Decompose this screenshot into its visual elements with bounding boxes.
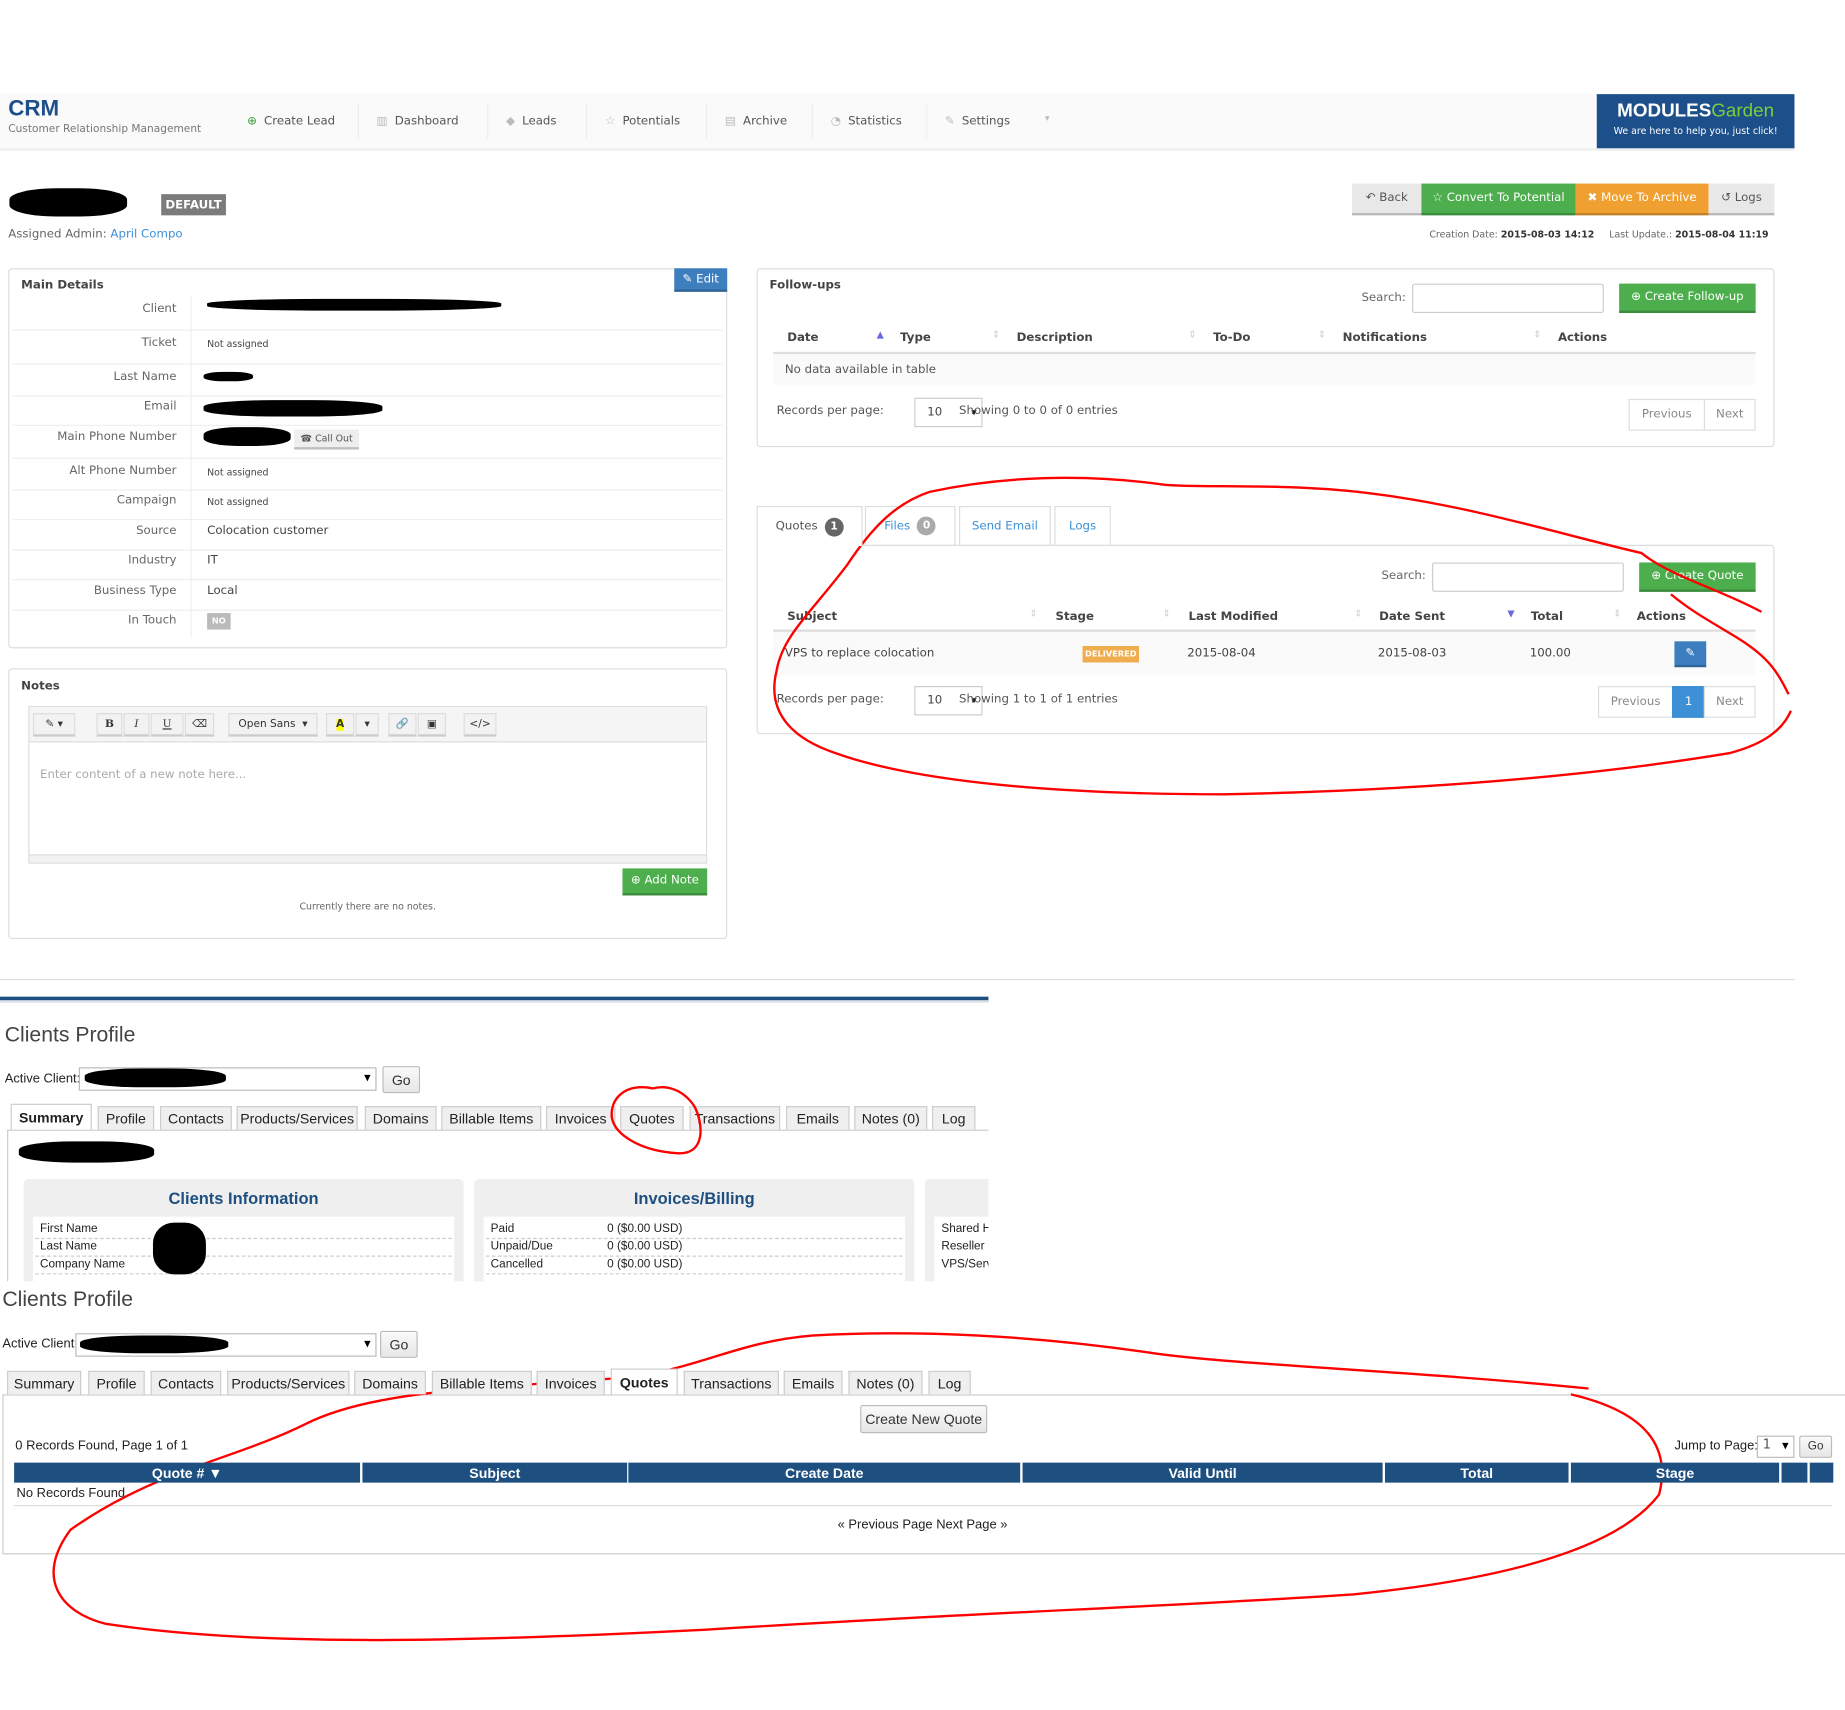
tab-quotes[interactable]: Quotes 1: [756, 505, 863, 546]
nav-potentials[interactable]: ☆ Potentials: [605, 113, 680, 129]
pie-chart-icon: ◔: [830, 114, 842, 128]
column-header[interactable]: Valid Until: [1022, 1462, 1383, 1483]
screenshot: CRM Customer Relationship Management ▾ M…: [0, 0, 1845, 1710]
column-header[interactable]: Total: [1384, 1462, 1569, 1483]
tab-domains[interactable]: Domains: [354, 1370, 426, 1395]
column-header[interactable]: Subject: [362, 1462, 628, 1483]
tab-profile[interactable]: Profile: [88, 1370, 145, 1395]
nav-archive[interactable]: ▤ Archive: [725, 113, 787, 129]
column-header[interactable]: Stage: [1570, 1462, 1780, 1483]
wrench-icon: ✎: [944, 114, 955, 128]
tab-notes-[interactable]: Notes (0): [848, 1370, 923, 1395]
tab-contacts[interactable]: Contacts: [150, 1370, 222, 1395]
annotation-circle-crm-quotes: [773, 476, 1793, 796]
nav-statistics[interactable]: ◔ Statistics: [831, 113, 902, 129]
red-annotation-overlay: [52, 476, 1793, 1642]
plus-circle-icon: ⊕: [247, 114, 257, 128]
tab-invoices[interactable]: Invoices: [536, 1370, 605, 1395]
archive-icon: ▤: [724, 114, 736, 128]
tab-summary[interactable]: Summary: [7, 1370, 82, 1395]
tag-icon: ◆: [505, 114, 516, 128]
column-header[interactable]: [1809, 1462, 1834, 1483]
tab-log[interactable]: Log: [928, 1370, 971, 1395]
column-header[interactable]: Quote # ▼: [14, 1462, 361, 1483]
nav-leads[interactable]: ◆ Leads: [506, 113, 557, 129]
bar-chart-icon: ▥: [376, 114, 388, 128]
tab-emails[interactable]: Emails: [783, 1370, 843, 1395]
nav-dashboard[interactable]: ▥ Dashboard: [377, 113, 459, 129]
tab-transactions[interactable]: Transactions: [683, 1370, 779, 1395]
column-header[interactable]: Create Date: [628, 1462, 1021, 1483]
nav-settings[interactable]: ✎ Settings: [945, 113, 1010, 129]
annotation-stroke-right: [1670, 593, 1790, 695]
nav-create-lead[interactable]: ⊕ Create Lead: [247, 113, 335, 129]
annotation-circle-quotes-tab: [610, 1086, 702, 1155]
tab-products-services[interactable]: Products/Services: [227, 1370, 350, 1395]
tab-quotes[interactable]: Quotes: [610, 1368, 678, 1395]
column-header[interactable]: [1781, 1462, 1808, 1483]
tab-billable-items[interactable]: Billable Items: [431, 1370, 532, 1395]
star-icon: ☆: [604, 114, 616, 128]
